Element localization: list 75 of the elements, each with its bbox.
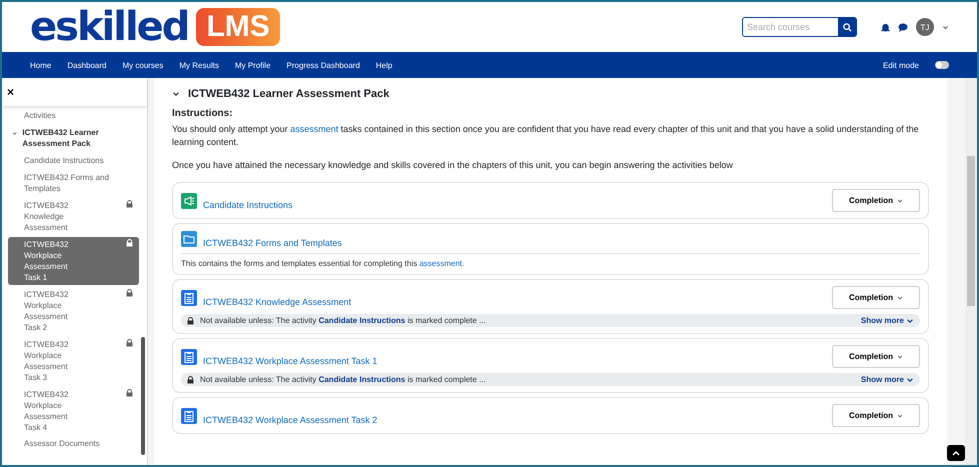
close-button[interactable]: × bbox=[7, 85, 14, 99]
assessment-link[interactable]: assessment bbox=[419, 259, 462, 268]
caret-icon bbox=[942, 24, 949, 30]
user-avatar[interactable]: TJ bbox=[916, 18, 934, 36]
search-field[interactable]: Search courses bbox=[742, 17, 857, 37]
lock-icon bbox=[126, 239, 133, 247]
activity-link[interactable]: ICTWEB432 Forms and Templates bbox=[203, 238, 342, 248]
scrollbar-thumb[interactable] bbox=[141, 337, 145, 455]
activity-link[interactable]: Candidate Instructions bbox=[318, 375, 406, 384]
nav-link[interactable]: Help bbox=[376, 60, 392, 70]
bell-icon[interactable] bbox=[881, 22, 890, 32]
sidebar-item[interactable]: ICTWEB432 Workplace Assessment Task 2 bbox=[8, 287, 139, 335]
sidebar-item[interactable]: ICTWEB432 Workplace Assessment Task 1 bbox=[8, 237, 139, 285]
chat-icon[interactable] bbox=[898, 22, 908, 32]
show-more-link[interactable]: Show more bbox=[860, 316, 914, 325]
activity-link[interactable]: ICTWEB432 Knowledge Assessment bbox=[203, 296, 352, 306]
logo-text[interactable]: eskilled bbox=[30, 7, 188, 47]
restriction-text: Not available unless: The activity Candidate Instructions is marked complete ... bbox=[200, 375, 486, 384]
search-button[interactable] bbox=[838, 18, 856, 36]
activity-link[interactable]: ICTWEB432 Workplace Assessment Task 2 bbox=[203, 414, 378, 424]
caret-icon bbox=[897, 198, 903, 204]
clipboard-icon bbox=[181, 290, 197, 306]
instructions-text: Once you have attained the necessary knowledge and skills covered in the chapters of this unit, you can begin answering the activities below bbox=[172, 159, 734, 172]
chevron-icon[interactable] bbox=[12, 130, 18, 137]
restriction-text: Not available unless: The activity Candidate Instructions is marked complete ... bbox=[200, 316, 486, 325]
lock-icon bbox=[126, 339, 133, 347]
instructions-text: You should only attempt your assessment tasks contained in this section once you are confident that you have read every chapter of this unit and that you have a solid understanding of the learning content. bbox=[172, 123, 920, 149]
activity-link[interactable]: Candidate Instructions bbox=[318, 316, 406, 325]
caret-up-icon bbox=[952, 450, 960, 456]
activity-link[interactable]: ICTWEB432 Workplace Assessment Task 1 bbox=[203, 356, 378, 366]
activity-description: This contains the forms and templates essential for completing this assessment. bbox=[181, 253, 920, 268]
show-more-link[interactable]: Show more bbox=[860, 375, 914, 384]
caret-icon bbox=[897, 412, 903, 418]
sidebar-item[interactable]: ICTWEB432 Workplace Assessment Task 3 bbox=[8, 337, 139, 385]
lock-icon bbox=[126, 200, 133, 208]
instructions-heading: Instructions: bbox=[172, 108, 234, 119]
completion-button[interactable]: Completion bbox=[832, 345, 920, 368]
search-icon bbox=[842, 22, 852, 32]
caret-icon bbox=[897, 294, 903, 300]
sidebar-item[interactable]: Activities bbox=[8, 108, 139, 123]
nav-link[interactable]: Home bbox=[30, 60, 52, 70]
sidebar-item[interactable]: Candidate Instructions bbox=[8, 153, 139, 168]
sidebar-section-title[interactable]: ICTWEB432 Learner Assessment Pack bbox=[22, 127, 135, 149]
scrollbar-thumb[interactable] bbox=[967, 156, 975, 306]
completion-button[interactable]: Completion bbox=[832, 286, 920, 309]
chevron-down-icon bbox=[906, 316, 914, 324]
activity-link[interactable]: Candidate Instructions bbox=[203, 200, 293, 210]
sidebar-item[interactable]: ICTWEB432 Knowledge Assessment bbox=[8, 198, 139, 235]
nav-link[interactable]: My Profile bbox=[234, 60, 271, 70]
edit-mode-label: Edit mode bbox=[882, 60, 919, 70]
lock-icon bbox=[187, 316, 194, 324]
assessment-link[interactable]: assessment bbox=[290, 124, 338, 134]
completion-button[interactable]: Completion bbox=[832, 189, 920, 212]
logo-badge: LMS bbox=[196, 8, 280, 46]
nav-link[interactable]: Progress Dashboard bbox=[286, 60, 360, 70]
nav-link[interactable]: Dashboard bbox=[67, 60, 106, 70]
completion-button[interactable]: Completion bbox=[832, 404, 920, 427]
back-to-top-button[interactable] bbox=[947, 445, 965, 461]
section-title: ICTWEB432 Learner Assessment Pack bbox=[188, 88, 390, 100]
edit-mode-toggle[interactable] bbox=[935, 61, 949, 69]
sidebar-item[interactable]: ICTWEB432 Forms and Templates bbox=[8, 170, 139, 196]
nav-link[interactable]: My Results bbox=[179, 60, 219, 70]
caret-icon bbox=[897, 354, 903, 360]
sidebar-item[interactable]: ICTWEB432 Workplace Assessment Task 4 bbox=[8, 387, 139, 435]
chevron-icon[interactable] bbox=[172, 90, 180, 98]
sidebar-item[interactable]: Assessor Documents bbox=[8, 436, 139, 451]
lock-icon bbox=[187, 376, 194, 384]
lock-icon bbox=[126, 289, 133, 297]
clipboard-icon bbox=[181, 408, 197, 424]
nav-link[interactable]: My courses bbox=[122, 60, 164, 70]
folder-icon bbox=[181, 231, 197, 247]
clipboard-icon bbox=[181, 348, 197, 364]
lock-icon bbox=[126, 389, 133, 397]
chevron-down-icon bbox=[906, 376, 914, 384]
megaphone-icon bbox=[181, 192, 197, 208]
